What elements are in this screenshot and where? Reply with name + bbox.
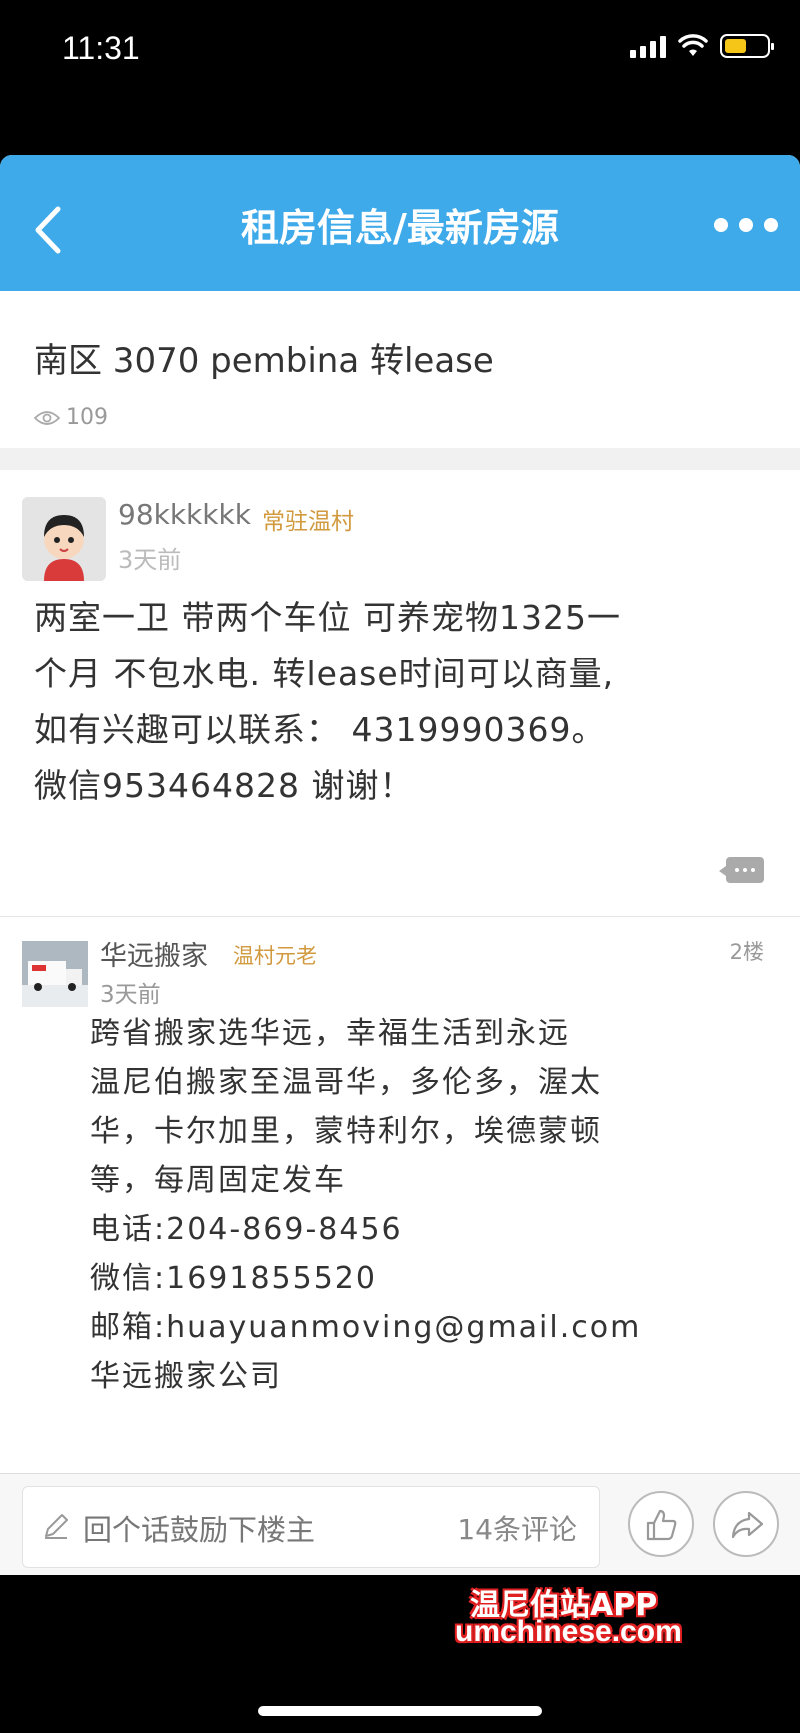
view-count: 109 xyxy=(34,405,108,430)
status-bar: 11:31 xyxy=(0,0,800,155)
post-time: 3天前 xyxy=(100,982,161,1008)
avatar-image xyxy=(22,497,106,581)
username[interactable]: 98kkkkkk xyxy=(118,498,251,531)
post-title: 南区 3070 pembina 转lease xyxy=(34,341,494,381)
thumbs-up-icon xyxy=(646,1509,677,1541)
more-dots-icon xyxy=(714,218,728,232)
avatar[interactable] xyxy=(22,497,106,581)
content-line: 微信953464828 谢谢！ xyxy=(34,766,414,805)
home-indicator[interactable] xyxy=(258,1706,542,1716)
content-line: 华，卡尔加里，蒙特利尔，埃德蒙顿 xyxy=(90,1114,602,1149)
content-line: 跨省搬家选华远，幸福生活到永远 xyxy=(90,1016,570,1051)
content-line: 两室一卫 带两个车位 可养宠物1325一 xyxy=(34,598,621,637)
eye-icon xyxy=(34,410,60,425)
status-icons xyxy=(630,34,774,58)
view-count-value: 109 xyxy=(66,405,108,430)
content-line: 微信:1691855520 xyxy=(90,1261,377,1296)
content-line: 温尼伯搬家至温哥华，多伦多，渥太 xyxy=(90,1065,602,1100)
user-rank-badge: 常驻温村 xyxy=(262,509,354,535)
avatar-image xyxy=(22,941,88,1007)
user-rank-badge: 温村元老 xyxy=(233,944,317,968)
username[interactable]: 华远搬家 xyxy=(100,934,208,973)
signal-icon xyxy=(630,34,666,58)
nav-bar: 租房信息/最新房源 xyxy=(0,155,800,291)
share-arrow-icon xyxy=(731,1511,764,1539)
content-line: 个月 不包水电. 转lease时间可以商量, xyxy=(34,654,615,693)
content-line: 如有兴趣可以联系： 4319990369。 xyxy=(34,710,606,749)
like-button[interactable] xyxy=(628,1491,694,1557)
bottom-action-bar: 回个话鼓励下楼主 14条评论 xyxy=(0,1473,800,1575)
share-button[interactable] xyxy=(713,1491,779,1557)
reply-placeholder: 回个话鼓励下楼主 xyxy=(83,1513,316,1547)
floor-number: 2楼 xyxy=(729,940,764,964)
avatar[interactable] xyxy=(22,941,88,1007)
watermark: 温尼伯站APP umchinese.com xyxy=(0,1575,800,1665)
wifi-icon xyxy=(678,34,708,56)
pencil-icon xyxy=(45,1514,68,1539)
post-time: 3天前 xyxy=(118,546,182,574)
app-window: 租房信息/最新房源 南区 3070 pembina 转lease 109 98k… xyxy=(0,155,800,1575)
content-line: 邮箱:huayuanmoving@gmail.com xyxy=(90,1310,642,1345)
content-line: 华远搬家公司 xyxy=(90,1359,282,1394)
more-button[interactable] xyxy=(714,205,778,245)
content-line: 电话:204-869-8456 xyxy=(90,1212,403,1247)
comment-bubble-icon[interactable] xyxy=(719,857,764,883)
content-line: 等，每周固定发车 xyxy=(90,1163,346,1198)
reply-input[interactable]: 回个话鼓励下楼主 14条评论 xyxy=(22,1486,600,1568)
section-divider xyxy=(0,448,800,470)
reply-post: 华远搬家 温村元老 2楼 3天前 跨省搬家选华远，幸福生活到永远 温尼伯搬家至温… xyxy=(0,917,800,1537)
post-content: 两室一卫 带两个车位 可养宠物1325一 个月 不包水电. 转lease时间可以… xyxy=(34,590,764,814)
status-time: 11:31 xyxy=(62,30,140,66)
original-post: 98kkkkkk 常驻温村 3天前 两室一卫 带两个车位 可养宠物1325一 个… xyxy=(0,470,800,915)
comment-count[interactable]: 14条评论 xyxy=(457,1508,577,1548)
reply-content: 跨省搬家选华远，幸福生活到永远 温尼伯搬家至温哥华，多伦多，渥太 华，卡尔加里，… xyxy=(90,1009,780,1401)
page-title: 租房信息/最新房源 xyxy=(241,206,559,250)
watermark-line2: umchinese.com xyxy=(455,1615,682,1648)
battery-icon xyxy=(720,34,774,58)
